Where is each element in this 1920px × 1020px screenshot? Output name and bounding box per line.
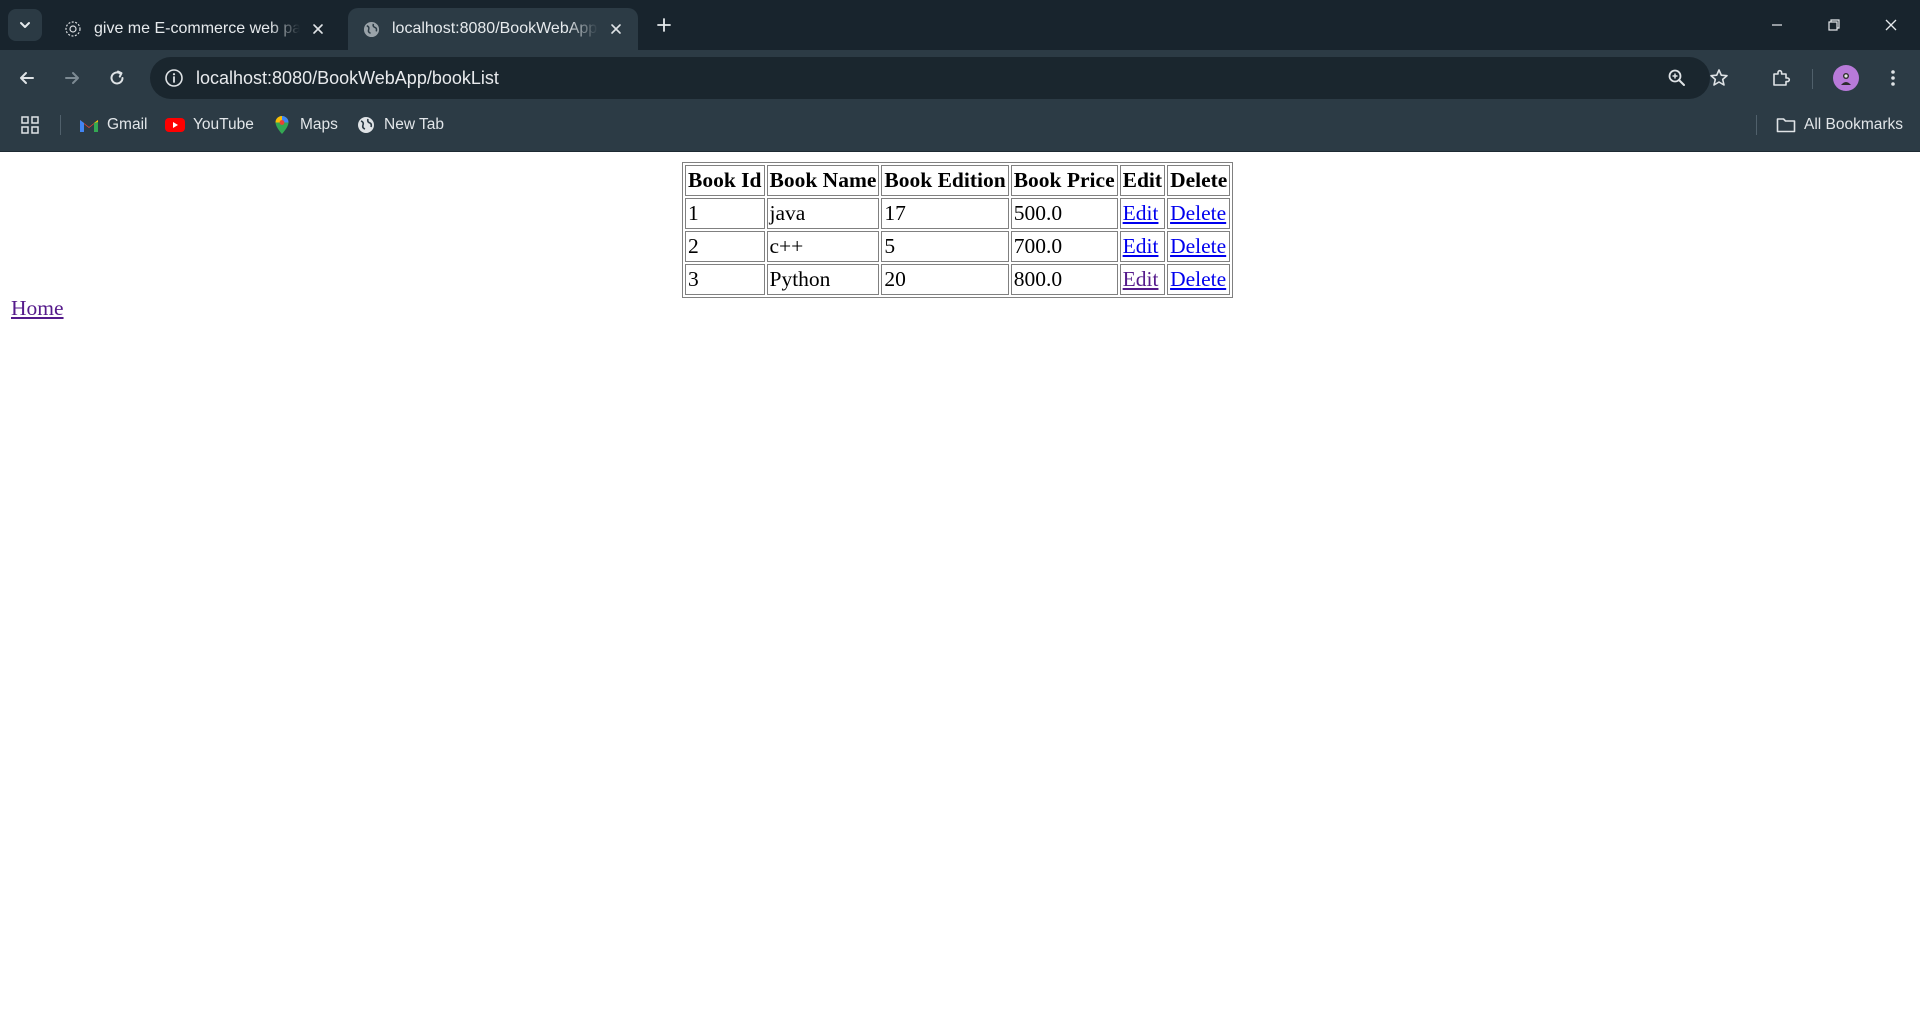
menu-button[interactable]: [1876, 61, 1910, 95]
toolbar-divider: [1812, 69, 1813, 89]
close-icon: [1885, 19, 1897, 31]
close-window-button[interactable]: [1862, 0, 1920, 50]
minimize-icon: [1772, 24, 1782, 26]
tab-ecommerce[interactable]: give me E-commerce web page: [50, 8, 340, 50]
table-header-row: Book Id Book Name Book Edition Book Pric…: [685, 165, 1231, 196]
puzzle-icon: [1773, 69, 1791, 86]
bookmark-label: Maps: [300, 116, 338, 133]
chevron-down-icon: [20, 22, 30, 28]
url-text[interactable]: localhost:8080/BookWebApp/bookList: [196, 57, 499, 99]
cell-edit: Edit: [1119, 231, 1166, 262]
cell-book-price: 700.0: [1010, 231, 1118, 262]
page-content: Book Id Book Name Book Edition Book Pric…: [0, 152, 1920, 1020]
cell-book-name: c++: [766, 231, 880, 262]
bookmark-gmail[interactable]: Gmail: [79, 107, 147, 143]
restore-icon: [1828, 19, 1840, 31]
cell-edit: Edit: [1119, 264, 1166, 295]
site-info-icon[interactable]: [158, 62, 190, 94]
gmail-icon: [79, 115, 99, 135]
cell-book-edition: 5: [881, 231, 1009, 262]
home-link[interactable]: Home: [11, 296, 64, 321]
header-edit: Edit: [1119, 165, 1166, 196]
apps-grid-icon: [21, 116, 39, 134]
header-book-name: Book Name: [766, 165, 880, 196]
chatgpt-icon: [64, 20, 82, 38]
reload-icon: [110, 70, 124, 85]
avatar: [1833, 65, 1859, 91]
tab-booklist[interactable]: localhost:8080/BookWebApp/bookList: [348, 8, 638, 50]
bookmarks-divider: [1756, 115, 1757, 135]
bookmark-label: YouTube: [193, 116, 254, 133]
bookmark-label: Gmail: [107, 116, 148, 133]
edit-link[interactable]: Edit: [1123, 234, 1159, 258]
table-row: 1 java 17 500.0 Edit Delete: [685, 198, 1231, 229]
apps-button[interactable]: [20, 107, 40, 143]
delete-link[interactable]: Delete: [1170, 201, 1226, 225]
edit-link[interactable]: Edit: [1123, 201, 1159, 225]
table-row: 2 c++ 5 700.0 Edit Delete: [685, 231, 1231, 262]
profile-button[interactable]: [1829, 61, 1863, 95]
plus-icon: [657, 18, 671, 32]
arrow-left-icon: [20, 72, 34, 84]
bookmark-star-icon[interactable]: [1706, 65, 1732, 91]
cell-book-name: Python: [766, 264, 880, 295]
folder-icon: [1776, 115, 1796, 135]
youtube-icon: [165, 115, 185, 135]
cell-book-price: 500.0: [1010, 198, 1118, 229]
minimize-button[interactable]: [1748, 0, 1806, 50]
arrow-right-icon: [65, 72, 79, 84]
extensions-button[interactable]: [1764, 61, 1798, 95]
globe-icon: [362, 20, 380, 38]
delete-link[interactable]: Delete: [1170, 267, 1226, 291]
all-bookmarks-button[interactable]: All Bookmarks: [1776, 107, 1903, 143]
cell-book-name: java: [766, 198, 880, 229]
bookmark-label: New Tab: [384, 116, 445, 133]
header-book-price: Book Price: [1010, 165, 1118, 196]
tab-title: localhost:8080/BookWebApp/bookList: [392, 20, 598, 37]
browser-toolbar: localhost:8080/BookWebApp/bookList: [0, 50, 1920, 107]
cell-edit: Edit: [1119, 198, 1166, 229]
delete-link[interactable]: Delete: [1170, 234, 1226, 258]
globe-icon: [356, 115, 376, 135]
tab-strip: give me E-commerce web page localhost:80…: [0, 0, 1920, 50]
cell-delete: Delete: [1167, 231, 1231, 262]
cell-book-id: 1: [685, 198, 765, 229]
cell-delete: Delete: [1167, 198, 1231, 229]
table-row: 3 Python 20 800.0 Edit Delete: [685, 264, 1231, 295]
cell-delete: Delete: [1167, 264, 1231, 295]
cell-book-edition: 20: [881, 264, 1009, 295]
edit-link[interactable]: Edit: [1123, 267, 1159, 291]
address-bar[interactable]: localhost:8080/BookWebApp/bookList: [150, 57, 1728, 99]
tab-search-button[interactable]: [8, 9, 42, 41]
header-delete: Delete: [1167, 165, 1231, 196]
book-list-table: Book Id Book Name Book Edition Book Pric…: [682, 162, 1234, 298]
forward-button[interactable]: [55, 61, 89, 95]
reload-button[interactable]: [100, 61, 134, 95]
restore-button[interactable]: [1805, 0, 1863, 50]
tab-title: give me E-commerce web page: [94, 20, 300, 37]
close-tab-icon[interactable]: [308, 19, 328, 39]
kebab-menu-icon: [1891, 70, 1895, 86]
new-tab-button[interactable]: [652, 13, 676, 37]
cell-book-id: 3: [685, 264, 765, 295]
zoom-icon[interactable]: [1664, 65, 1690, 91]
header-book-edition: Book Edition: [881, 165, 1009, 196]
cell-book-price: 800.0: [1010, 264, 1118, 295]
back-button[interactable]: [10, 61, 44, 95]
bookmarks-divider: [60, 115, 61, 135]
maps-icon: [272, 115, 292, 135]
bookmark-youtube[interactable]: YouTube: [165, 107, 254, 143]
all-bookmarks-label: All Bookmarks: [1804, 116, 1904, 133]
header-book-id: Book Id: [685, 165, 765, 196]
bookmarks-bar: Gmail YouTube Maps New Tab All Bookmarks: [0, 107, 1920, 152]
bookmark-maps[interactable]: Maps: [272, 107, 338, 143]
bookmark-new-tab[interactable]: New Tab: [356, 107, 444, 143]
cell-book-edition: 17: [881, 198, 1009, 229]
close-tab-icon[interactable]: [606, 19, 626, 39]
cell-book-id: 2: [685, 231, 765, 262]
